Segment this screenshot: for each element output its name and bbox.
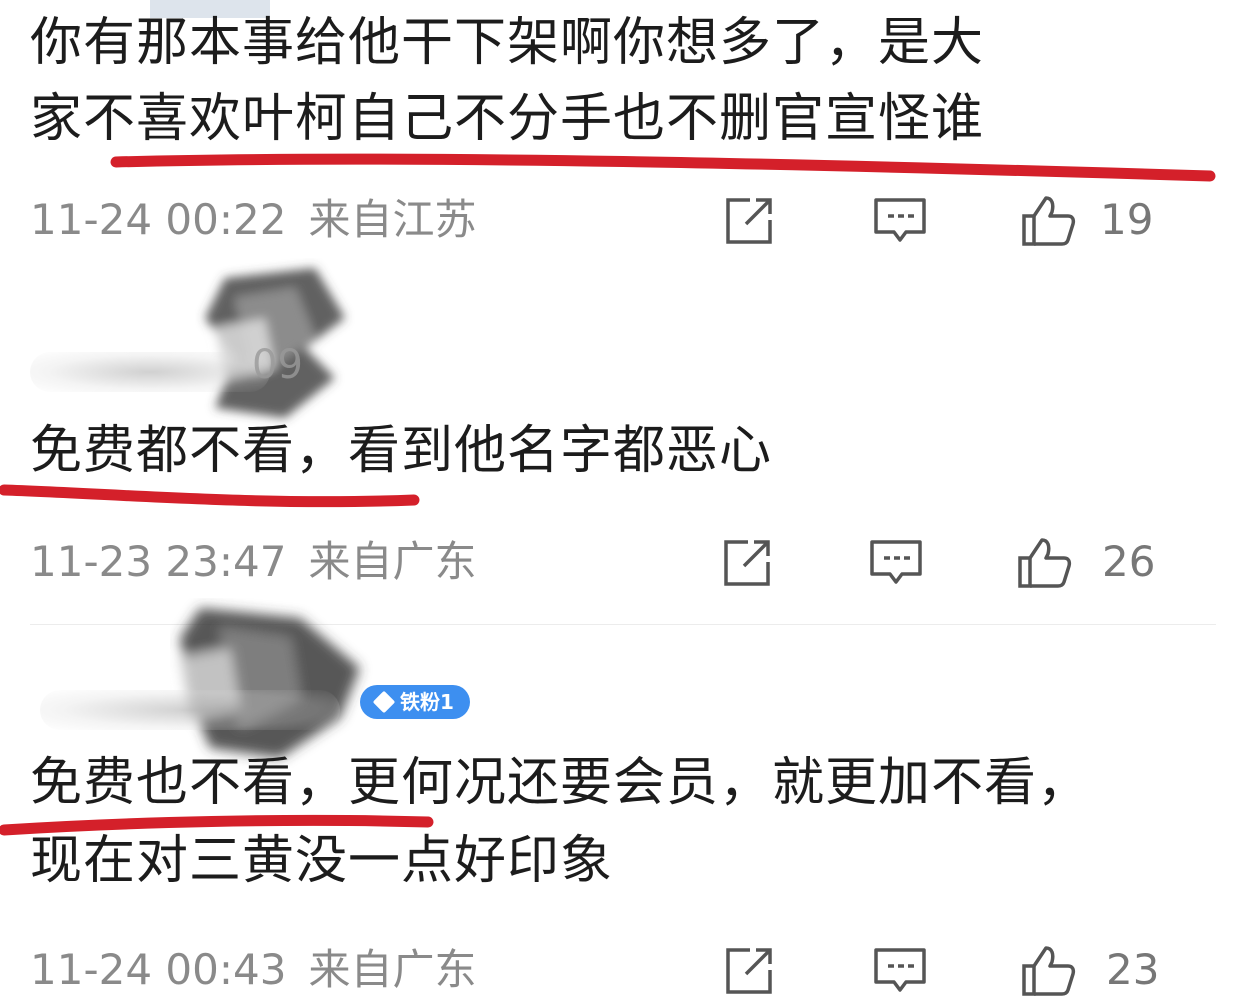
share-button[interactable] [720,942,780,998]
thumbs-up-icon [1022,946,1076,996]
time: 11-24 00:22 [30,195,287,244]
comment-text: 现在对三黄没一点好印象 [30,831,614,891]
comment-icon [870,540,922,584]
comment-text: 免费也不看，更何况还要会员，就更加不看， [30,753,1091,813]
comment-button[interactable] [866,534,926,590]
comment-meta: 11-24 00:43 来自广东 23 [30,940,1246,1000]
comment-button[interactable] [870,192,930,248]
red-underline [110,153,1216,182]
red-underline [0,484,420,508]
share-icon [726,198,772,244]
location: 来自广东 [308,537,477,586]
timestamp: 11-24 00:22 来自江苏 [30,190,476,250]
like-count: 19 [1100,195,1154,244]
share-button[interactable] [720,192,780,248]
like-button[interactable] [1014,534,1074,590]
share-icon [724,540,770,586]
thumbs-up-icon [1022,196,1076,246]
location: 来自江苏 [308,195,477,244]
comment-text: 你有那本事给他干下架啊你想多了，是大 [30,13,985,73]
thumbs-up-icon [1018,538,1072,588]
comment-meta: 11-23 23:47 来自广东 26 [30,532,1246,592]
location: 来自广东 [308,945,477,994]
time: 11-23 23:47 [30,537,287,586]
user-name-blur[interactable] [30,352,270,392]
time: 11-24 00:43 [30,945,287,994]
comment-text: 免费都不看，看到他名字都恶心 [30,421,773,481]
like-count: 23 [1106,945,1160,994]
user-name-blur[interactable] [40,690,340,730]
comment-icon [874,198,926,242]
like-button[interactable] [1018,192,1078,248]
user-name[interactable]: 09 [252,342,303,388]
like-count: 26 [1102,537,1156,586]
diamond-icon [372,690,396,714]
timestamp: 11-24 00:43 来自广东 [30,940,476,1000]
comment-button[interactable] [870,942,930,998]
comment-meta: 11-24 00:22 来自江苏 19 [30,190,1246,250]
share-button[interactable] [718,534,778,590]
badge-label: 铁粉1 [400,690,454,714]
comment-text: 家不喜欢叶柯自己不分手也不删官宣怪谁 [30,89,985,149]
share-icon [726,948,772,994]
divider [30,624,1216,625]
comment-icon [874,948,926,992]
fan-badge: 铁粉1 [360,685,470,719]
timestamp: 11-23 23:47 来自广东 [30,532,476,592]
like-button[interactable] [1018,942,1078,998]
